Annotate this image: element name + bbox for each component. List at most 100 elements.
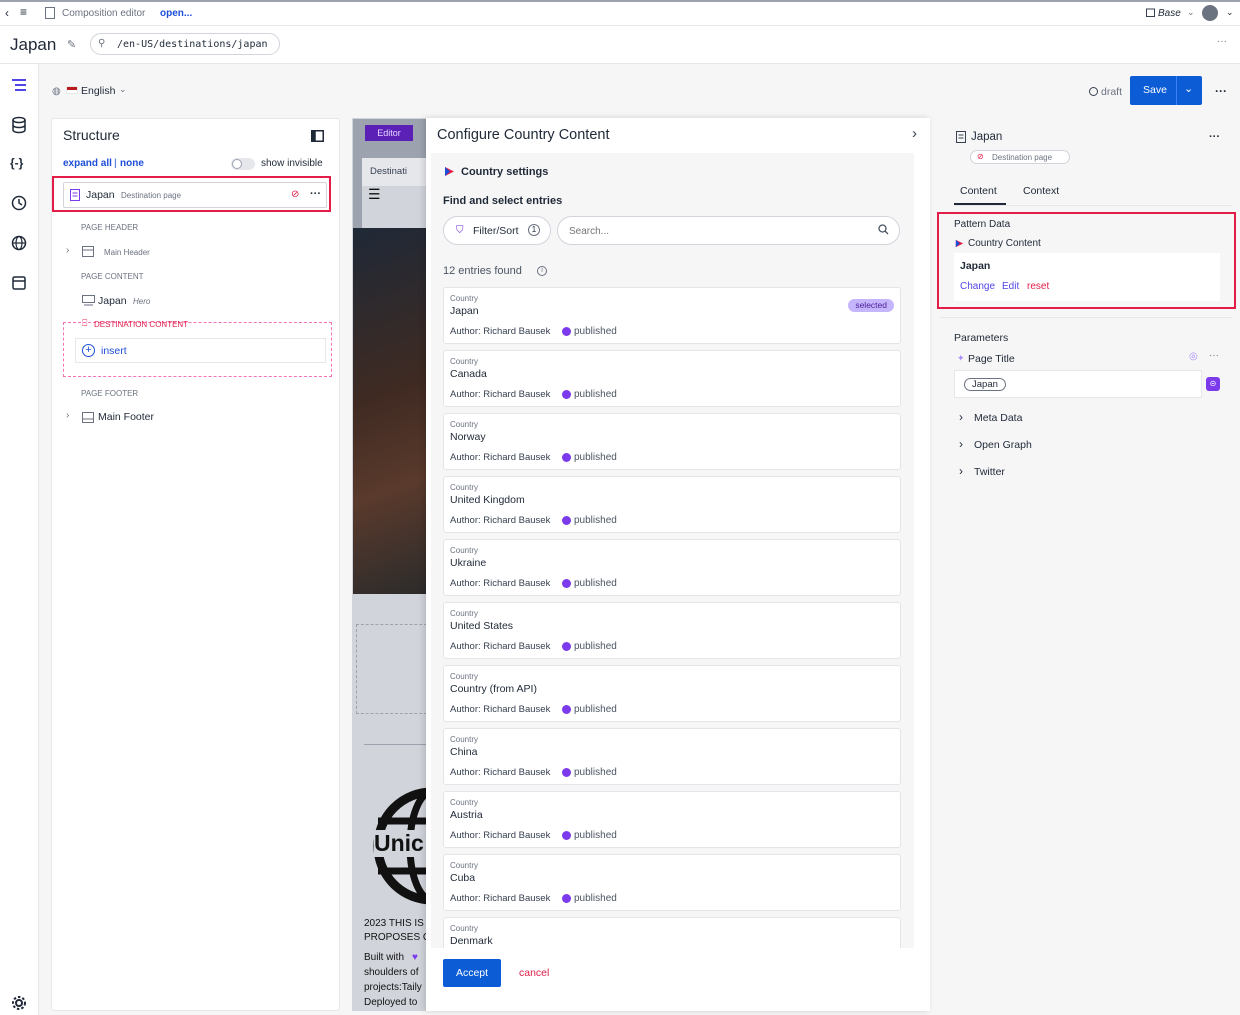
page-title-param-label: Page Title	[968, 353, 1015, 365]
entry-card[interactable]: Country Canada Author: Richard Bausek publi…	[443, 350, 901, 407]
more-icon[interactable]: ···	[1217, 36, 1227, 47]
back-icon[interactable]: ‹	[5, 6, 9, 20]
entry-card[interactable]: Country Denmark	[443, 917, 901, 948]
published-status-icon	[562, 705, 571, 714]
flag-icon	[66, 86, 78, 94]
page-icon	[956, 131, 966, 143]
entry-card[interactable]: Country Japan Author: Richard Bausek publis…	[443, 287, 901, 344]
published-status-icon	[562, 894, 571, 903]
entry-card[interactable]: Country United States Author: Richard Baus…	[443, 602, 901, 659]
draft-status-icon	[1089, 87, 1098, 96]
pattern-source: Country Content	[968, 238, 1041, 249]
entry-title: United Kingdom	[450, 494, 525, 506]
more-icon[interactable]: ···	[1215, 84, 1227, 98]
info-icon[interactable]: i	[537, 266, 547, 276]
filter-sort-button[interactable]: ⛉ Filter/Sort 1	[443, 216, 551, 245]
entry-card[interactable]: Country China Author: Richard Bausek publis…	[443, 728, 901, 785]
entry-status: published	[574, 452, 617, 463]
history-icon[interactable]	[10, 194, 28, 212]
entry-card[interactable]: Country Austria Author: Richard Bausek publ…	[443, 791, 901, 848]
change-link[interactable]: Change	[960, 281, 995, 292]
entry-author: Author: Richard Bausek	[450, 893, 551, 904]
entry-card[interactable]: Country Country (from API) Author: Richard…	[443, 665, 901, 722]
globe-icon[interactable]	[10, 234, 28, 252]
entry-card[interactable]: Country Cuba Author: Richard Bausek publish…	[443, 854, 901, 911]
entry-card[interactable]: Country Norway Author: Richard Bausek publi…	[443, 413, 901, 470]
gear-icon[interactable]	[10, 994, 28, 1012]
pattern-link-icon[interactable]: ⊘	[291, 189, 299, 200]
page-title-field[interactable]: Japan	[954, 370, 1202, 398]
save-button[interactable]: Save	[1143, 84, 1167, 96]
chevron-down-icon[interactable]: ⌄	[1226, 7, 1234, 18]
component-icon	[82, 246, 94, 257]
layout-icon[interactable]	[10, 274, 28, 292]
entry-card[interactable]: Country Ukraine Author: Richard Bausek publ…	[443, 539, 901, 596]
entry-title: Norway	[450, 431, 486, 443]
variables-icon[interactable]: {-}	[10, 156, 28, 174]
base-label[interactable]: Base	[1158, 8, 1181, 19]
insert-button[interactable]: + insert	[75, 338, 326, 363]
database-icon[interactable]	[10, 116, 28, 134]
chevron-down-icon[interactable]: ⌄	[1187, 7, 1195, 18]
accept-button[interactable]: Accept	[443, 959, 501, 987]
chevron-right-icon[interactable]: ›	[959, 437, 963, 451]
tree-item-main-header[interactable]: Main Header	[104, 248, 150, 257]
tab-context[interactable]: Context	[1023, 185, 1059, 197]
more-icon[interactable]: ···	[1209, 350, 1219, 361]
show-invisible-toggle[interactable]	[231, 158, 255, 170]
more-icon[interactable]: ···	[1209, 131, 1220, 143]
none-link[interactable]: none	[120, 158, 144, 169]
locale-select[interactable]: English	[81, 85, 115, 97]
entry-category: Country	[450, 357, 479, 366]
open-link[interactable]: open...	[160, 8, 192, 19]
binding-icon[interactable]: ⊝	[1206, 377, 1220, 391]
entry-card[interactable]: Country United Kingdom Author: Richard Bau…	[443, 476, 901, 533]
divider	[940, 317, 1232, 318]
expand-all-link[interactable]: expand all	[63, 158, 112, 169]
editor-tab[interactable]: Editor	[365, 125, 413, 141]
divider	[1176, 76, 1177, 105]
panel-toggle-icon[interactable]	[311, 130, 324, 142]
tree-item-main-footer[interactable]: Main Footer	[98, 411, 154, 423]
tab-content[interactable]: Content	[960, 185, 997, 197]
reset-link[interactable]: reset	[1027, 281, 1049, 292]
twitter-section[interactable]: Twitter	[974, 466, 1005, 478]
chevron-down-icon[interactable]: ⌄	[119, 84, 127, 95]
meta-data-section[interactable]: Meta Data	[974, 412, 1022, 424]
edit-link[interactable]: Edit	[1002, 281, 1019, 292]
target-icon[interactable]: ◎	[1189, 351, 1198, 362]
entry-title: Ukraine	[450, 557, 487, 569]
entry-title: Canada	[450, 368, 487, 380]
cancel-button[interactable]: cancel	[519, 967, 549, 979]
open-graph-section[interactable]: Open Graph	[974, 439, 1032, 451]
path-pill[interactable]: ⚲ /en-US/destinations/japan	[90, 33, 280, 55]
avatar[interactable]	[1202, 5, 1218, 21]
entry-author: Author: Richard Bausek	[450, 830, 551, 841]
dialog-footer	[426, 948, 930, 1011]
entry-author: Author: Richard Bausek	[450, 767, 551, 778]
pattern-icon: ⊘	[977, 152, 984, 161]
search-input[interactable]	[569, 222, 869, 240]
chevron-right-icon[interactable]: ›	[66, 410, 69, 421]
entry-status: published	[574, 704, 617, 715]
filter-label: Filter/Sort	[473, 225, 519, 237]
entry-author: Author: Richard Bausek	[450, 578, 551, 589]
more-icon[interactable]: ···	[310, 188, 321, 200]
pencil-icon[interactable]: ✎	[67, 38, 76, 51]
entry-title: Cuba	[450, 872, 476, 884]
pattern-card	[954, 253, 1220, 301]
structure-icon[interactable]	[10, 76, 28, 94]
save-options-chevron-icon[interactable]: ⌄	[1184, 82, 1193, 95]
chevron-right-icon[interactable]: ›	[66, 245, 69, 256]
chevron-right-icon[interactable]: ›	[912, 125, 917, 142]
bound-value-chip[interactable]: Japan	[964, 378, 1006, 391]
menu-icon[interactable]: ≡	[20, 5, 27, 19]
tree-root-node[interactable]: Japan Destination page ⊘ ···	[63, 182, 327, 208]
entry-status: published	[574, 641, 617, 652]
search-icon[interactable]	[878, 224, 889, 235]
tree-item-hero[interactable]: Japan	[98, 295, 127, 307]
chevron-right-icon[interactable]: ›	[959, 410, 963, 424]
chevron-right-icon[interactable]: ›	[959, 464, 963, 478]
section-label-page-header: PAGE HEADER	[81, 223, 139, 232]
published-status-icon	[562, 516, 571, 525]
